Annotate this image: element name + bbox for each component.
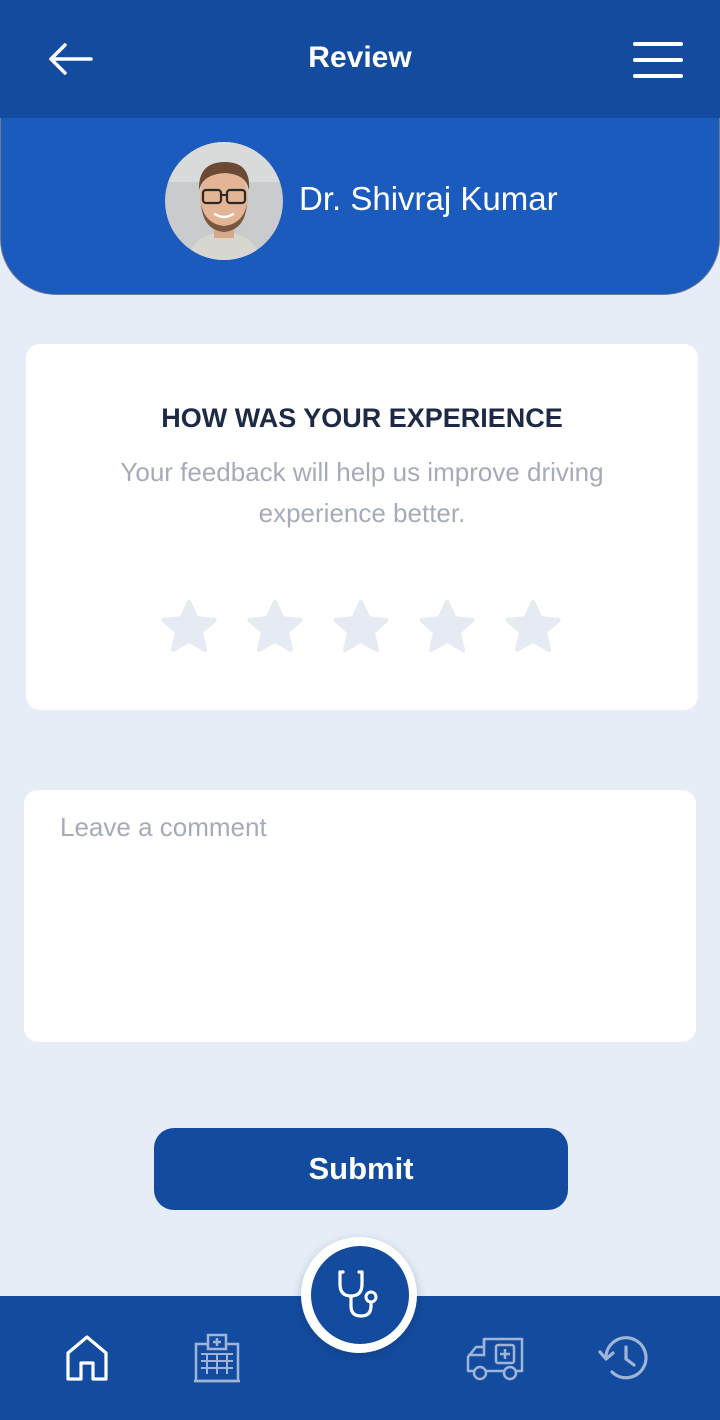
star-rating (158, 596, 566, 658)
history-icon (598, 1336, 648, 1380)
nav-hospital[interactable] (186, 1328, 248, 1388)
menu-button[interactable] (624, 34, 692, 86)
doctor-name: Dr. Shivraj Kumar (299, 180, 558, 217)
submit-button[interactable]: Submit (154, 1128, 568, 1210)
experience-title: HOW WAS YOUR EXPERIENCE (161, 403, 563, 433)
nav-home[interactable] (58, 1328, 116, 1386)
nav-ambulance[interactable] (458, 1328, 528, 1388)
stethoscope-button[interactable] (311, 1246, 409, 1344)
star-icon[interactable] (330, 596, 392, 658)
experience-subtitle: Your feedback will help us improve drivi… (120, 457, 604, 528)
avatar (165, 142, 283, 260)
star-icon[interactable] (416, 596, 478, 658)
stethoscope-icon (338, 1270, 378, 1318)
page-title: Review (308, 41, 412, 74)
hospital-icon (194, 1333, 240, 1383)
comment-input[interactable] (24, 790, 696, 1042)
home-icon (66, 1335, 108, 1381)
ambulance-icon (466, 1337, 524, 1381)
arrow-left-icon (49, 43, 93, 75)
back-button[interactable] (40, 34, 100, 84)
star-icon[interactable] (244, 596, 306, 658)
nav-history[interactable] (594, 1328, 658, 1388)
star-icon[interactable] (502, 596, 564, 658)
hamburger-menu-icon (633, 42, 683, 78)
star-icon[interactable] (158, 596, 220, 658)
